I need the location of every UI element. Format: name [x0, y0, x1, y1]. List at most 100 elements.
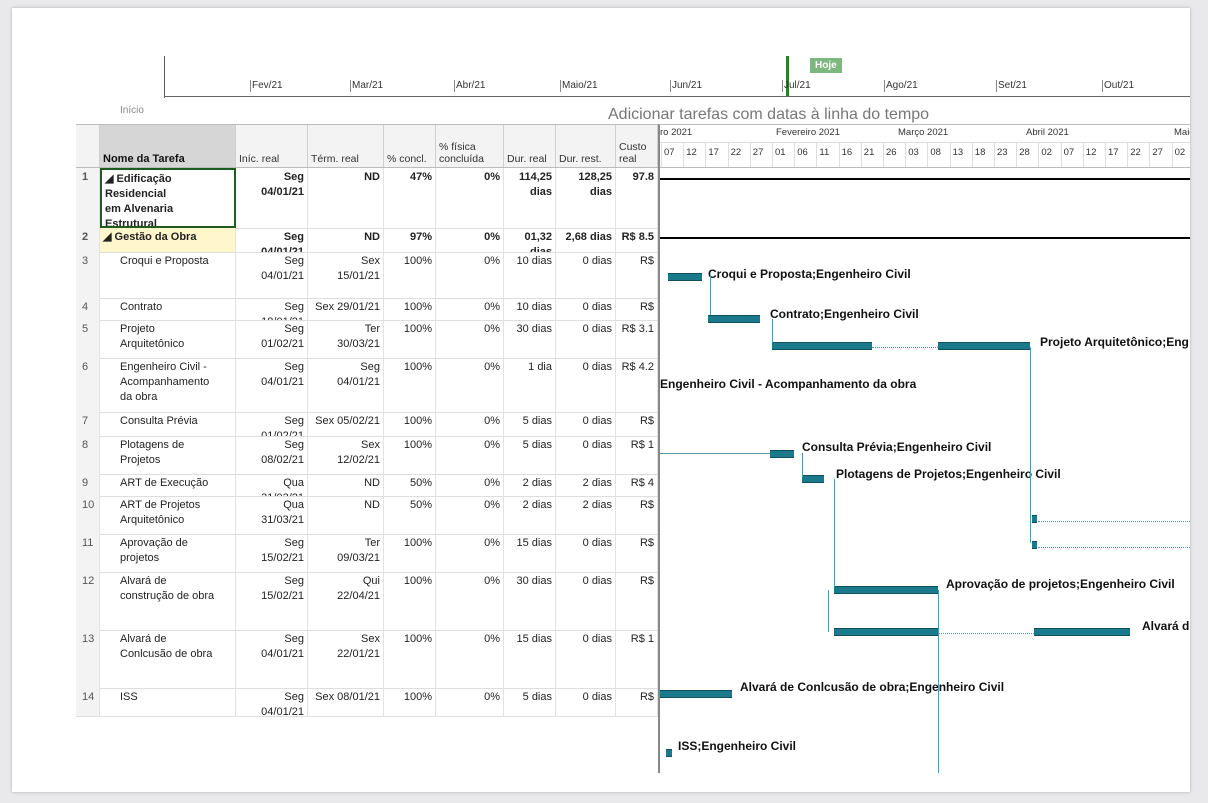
gantt-bar-art-execucao[interactable] — [1032, 515, 1037, 523]
cell-dur[interactable]: 01,32 dias — [504, 228, 556, 252]
cell-start[interactable]: Qua 31/03/21 — [236, 496, 308, 534]
cell-pct[interactable]: 100% — [384, 320, 436, 358]
cell-id[interactable]: 13 — [76, 630, 100, 688]
cell-cost[interactable]: R$ — [616, 688, 658, 716]
cell-dur[interactable]: 5 dias — [504, 412, 556, 436]
cell-dur[interactable]: 1 dia — [504, 358, 556, 412]
cell-rem[interactable]: 0 dias — [556, 358, 616, 412]
cell-dur[interactable]: 30 dias — [504, 572, 556, 630]
cell-start[interactable]: Seg 04/01/21 — [236, 168, 308, 228]
cell-name[interactable]: Aprovação de projetos — [100, 534, 236, 572]
header-finish[interactable]: Térm. real — [308, 125, 384, 167]
cell-start[interactable]: Seg 01/02/21 — [236, 412, 308, 436]
cell-id[interactable]: 5 — [76, 320, 100, 358]
cell-finish[interactable]: Sex 15/01/21 — [308, 252, 384, 298]
cell-rem[interactable]: 0 dias — [556, 688, 616, 716]
timeline-add-prompt[interactable]: Adicionar tarefas com datas à linha do t… — [608, 106, 929, 124]
cell-dur[interactable]: 114,25 dias — [504, 168, 556, 228]
table-row[interactable]: 9ART de ExecuçãoQua 31/03/21ND50%0%2 dia… — [76, 474, 658, 497]
cell-start[interactable]: Seg 04/01/21 — [236, 358, 308, 412]
table-row[interactable]: 6 Engenheiro Civil - Acompanhamento da ob… — [76, 358, 658, 413]
cell-cost[interactable]: 97.8 — [616, 168, 658, 228]
table-row[interactable]: 3 Croqui e Proposta Seg 04/01/21 Sex 15/01/… — [76, 252, 658, 299]
cell-pct[interactable]: 50% — [384, 474, 436, 496]
table-row[interactable]: 13 Alvará de Conlcusão de obra Seg 04/01/2… — [76, 630, 658, 689]
cell-pct[interactable]: 100% — [384, 252, 436, 298]
cell-finish[interactable]: Sex 05/02/21 — [308, 412, 384, 436]
cell-cost[interactable]: R$ — [616, 534, 658, 572]
cell-finish[interactable]: Sex 08/01/21 — [308, 688, 384, 716]
cell-rem[interactable]: 128,25 dias — [556, 168, 616, 228]
cell-dur[interactable]: 10 dias — [504, 298, 556, 320]
table-row[interactable]: 10 ART de Projetos Arquitetônico Qua 31/03… — [76, 496, 658, 535]
cell-pct[interactable]: 100% — [384, 298, 436, 320]
cell-id[interactable]: 1 — [76, 168, 100, 228]
cell-cost[interactable]: R$ 1 — [616, 436, 658, 474]
cell-finish[interactable]: ND — [308, 474, 384, 496]
cell-phys[interactable]: 0% — [436, 320, 504, 358]
cell-start[interactable]: Seg 01/02/21 — [236, 320, 308, 358]
cell-name[interactable]: Croqui e Proposta — [100, 252, 236, 298]
cell-id[interactable]: 12 — [76, 572, 100, 630]
header-task-name[interactable]: Nome da Tarefa — [100, 125, 236, 167]
cell-id[interactable]: 4 — [76, 298, 100, 320]
cell-cost[interactable]: R$ — [616, 252, 658, 298]
header-percent[interactable]: % concl. — [384, 125, 436, 167]
cell-start[interactable]: Seg 08/02/21 — [236, 436, 308, 474]
cell-phys[interactable]: 0% — [436, 252, 504, 298]
cell-rem[interactable]: 2,68 dias — [556, 228, 616, 252]
cell-rem[interactable]: 0 dias — [556, 436, 616, 474]
table-row[interactable]: 4ContratoSeg 18/01/21Sex 29/01/21100%0%1… — [76, 298, 658, 321]
cell-rem[interactable]: 0 dias — [556, 572, 616, 630]
cell-rem[interactable]: 0 dias — [556, 252, 616, 298]
cell-start[interactable]: Seg 18/01/21 — [236, 298, 308, 320]
cell-name[interactable]: ART de Projetos Arquitetônico — [100, 496, 236, 534]
cell-id[interactable]: 3 — [76, 252, 100, 298]
cell-start[interactable]: Qua 31/03/21 — [236, 474, 308, 496]
cell-finish[interactable]: ND — [308, 168, 384, 228]
cell-pct[interactable]: 47% — [384, 168, 436, 228]
cell-phys[interactable]: 0% — [436, 534, 504, 572]
cell-dur[interactable]: 10 dias — [504, 252, 556, 298]
cell-name[interactable]: ART de Execução — [100, 474, 236, 496]
cell-name[interactable]: Alvará de construção de obra — [100, 572, 236, 630]
cell-finish[interactable]: Sex 29/01/21 — [308, 298, 384, 320]
cell-rem[interactable]: 0 dias — [556, 630, 616, 688]
cell-rem[interactable]: 0 dias — [556, 298, 616, 320]
gantt-bar-iss[interactable] — [666, 749, 672, 757]
cell-start[interactable]: Seg 04/01/21 — [236, 630, 308, 688]
cell-name[interactable]: Plotagens de Projetos — [100, 436, 236, 474]
cell-cost[interactable]: R$ 1 — [616, 630, 658, 688]
cell-name[interactable]: ◢ Edificação Residencial em Alvenaria Es… — [100, 168, 236, 228]
cell-dur[interactable]: 15 dias — [504, 534, 556, 572]
gantt-bar-alvara-construcao-2[interactable] — [1034, 628, 1130, 636]
cell-name[interactable]: Contrato — [100, 298, 236, 320]
cell-cost[interactable]: R$ 3.1 — [616, 320, 658, 358]
header-physical[interactable]: % física concluída — [436, 125, 504, 167]
cell-finish[interactable]: Sex 12/02/21 — [308, 436, 384, 474]
cell-pct[interactable]: 100% — [384, 436, 436, 474]
cell-dur[interactable]: 5 dias — [504, 436, 556, 474]
cell-finish[interactable]: Ter 09/03/21 — [308, 534, 384, 572]
cell-phys[interactable]: 0% — [436, 412, 504, 436]
cell-pct[interactable]: 50% — [384, 496, 436, 534]
header-start[interactable]: Iníc. real — [236, 125, 308, 167]
gantt-bar-projeto-1[interactable] — [772, 342, 872, 350]
cell-phys[interactable]: 0% — [436, 228, 504, 252]
cell-name[interactable]: Consulta Prévia — [100, 412, 236, 436]
cell-cost[interactable]: R$ — [616, 412, 658, 436]
gantt-bar-aprovacao[interactable] — [834, 586, 938, 594]
gantt-bar-plotagens[interactable] — [802, 475, 824, 483]
table-row[interactable]: 7 Consulta Prévia Seg 01/02/21 Sex 05/02/21… — [76, 412, 658, 437]
cell-name[interactable]: Projeto Arquitetônico — [100, 320, 236, 358]
cell-start[interactable]: Seg 04/01/21 — [236, 252, 308, 298]
cell-name[interactable]: ISS — [100, 688, 236, 716]
cell-phys[interactable]: 0% — [436, 436, 504, 474]
cell-dur[interactable]: 15 dias — [504, 630, 556, 688]
gantt-bar-contrato[interactable] — [708, 315, 760, 323]
cell-dur[interactable]: 2 dias — [504, 496, 556, 534]
cell-finish[interactable]: Ter 30/03/21 — [308, 320, 384, 358]
header-duration[interactable]: Dur. real — [504, 125, 556, 167]
cell-cost[interactable]: R$ 4 — [616, 474, 658, 496]
cell-cost[interactable]: R$ — [616, 496, 658, 534]
